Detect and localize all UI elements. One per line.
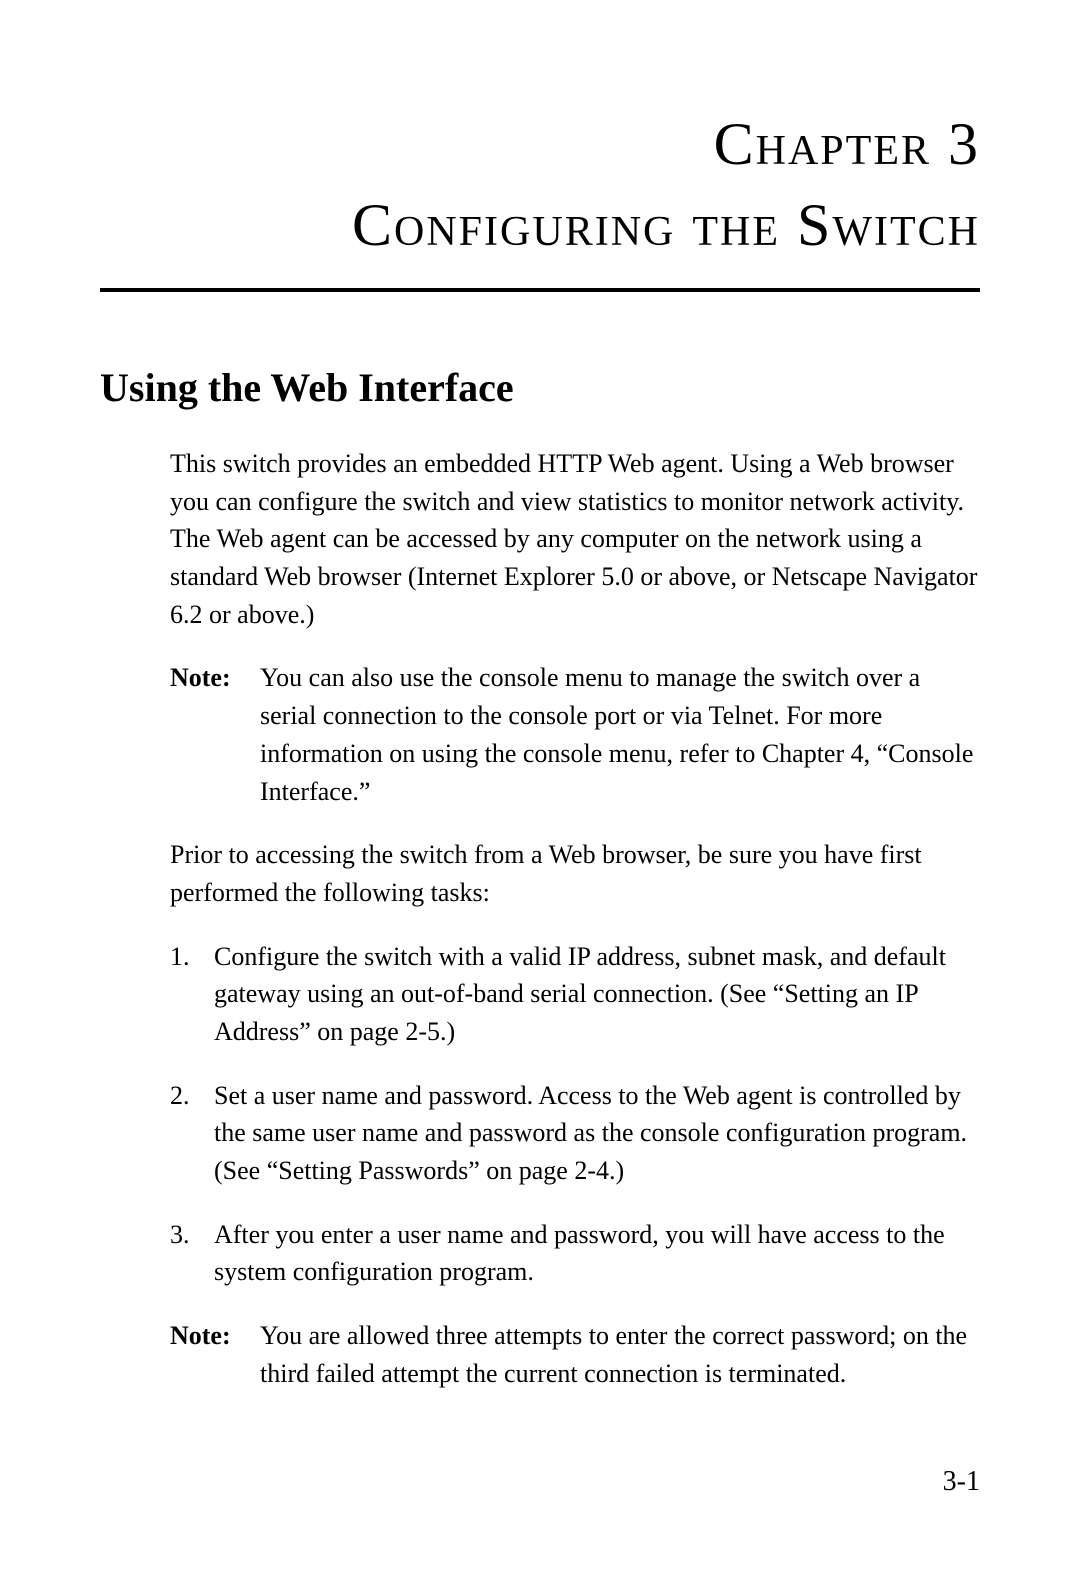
list-item-1: 1. Configure the switch with a valid IP … [170,938,980,1051]
list-text: Configure the switch with a valid IP add… [214,938,980,1051]
note-block-2: Note: You are allowed three attempts to … [170,1317,980,1392]
note-label: Note: [170,1317,260,1392]
list-item-2: 2. Set a user name and password. Access … [170,1077,980,1190]
note-text: You are allowed three attempts to enter … [260,1317,980,1392]
page-number: 3-1 [943,1466,980,1498]
list-item-3: 3. After you enter a user name and passw… [170,1216,980,1291]
paragraph-intro: This switch provides an embedded HTTP We… [170,445,980,633]
page: Chapter 3 Configuring the Switch Using t… [0,0,1080,1392]
section-heading: Using the Web Interface [100,364,980,411]
note-label: Note: [170,659,260,810]
paragraph-prerequisites: Prior to accessing the switch from a Web… [170,836,980,911]
list-text: After you enter a user name and password… [214,1216,980,1291]
list-number: 2. [170,1077,214,1190]
horizontal-rule [100,288,980,292]
chapter-title: Configuring the Switch [100,191,980,260]
list-number: 3. [170,1216,214,1291]
chapter-number: Chapter 3 [100,110,980,179]
list-number: 1. [170,938,214,1051]
note-block-1: Note: You can also use the console menu … [170,659,980,810]
body-content: This switch provides an embedded HTTP We… [170,445,980,1392]
note-text: You can also use the console menu to man… [260,659,980,810]
list-text: Set a user name and password. Access to … [214,1077,980,1190]
